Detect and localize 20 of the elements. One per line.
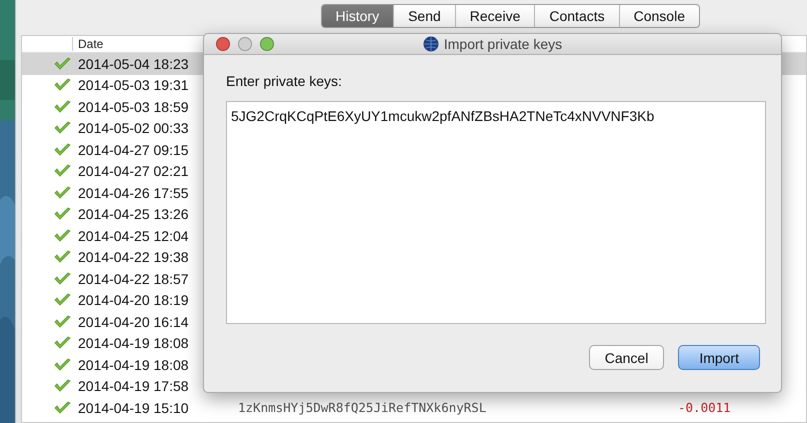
date-cell-text: 2014-04-22 18:57 [78, 270, 190, 287]
dialog-title: Import private keys [444, 36, 562, 52]
date-cell-text: 2014-04-20 18:19 [78, 292, 190, 308]
keys-label: Enter private keys: [226, 73, 343, 89]
date-cell-text: 2014-05-04 18:23 [78, 56, 190, 72]
date-cell-text: 2014-04-26 17:55 [78, 184, 190, 201]
date-cell-text: 2014-04-20 16:14 [78, 314, 190, 330]
date-cell-text: 2014-04-19 15:10 [78, 400, 190, 416]
date-cell-text: 2014-04-27 02:21 [78, 163, 190, 180]
amount-cell: -0.0011 [678, 400, 731, 416]
date-cell-text: 2014-04-27 09:15 [78, 142, 190, 158]
date-cell-text: 2014-04-25 12:04 [78, 228, 190, 244]
date-cell-text: 2014-04-19 18:08 [78, 356, 190, 373]
date-cell-text: 2014-04-25 13:26 [78, 206, 190, 222]
address-cell-text: 1zKnmsHYj5DwR8fQ25JiRefTNXk6nyRSL [238, 400, 488, 416]
date-cell-text: 2014-05-03 18:59 [78, 98, 190, 115]
date-cell-text: 2014-04-19 18:08 [78, 335, 190, 352]
date-cell-text: 2014-04-19 17:58 [78, 378, 190, 394]
date-cell-text: 2014-04-22 19:38 [78, 249, 190, 266]
date-cell-text: 2014-05-02 00:33 [78, 120, 190, 136]
